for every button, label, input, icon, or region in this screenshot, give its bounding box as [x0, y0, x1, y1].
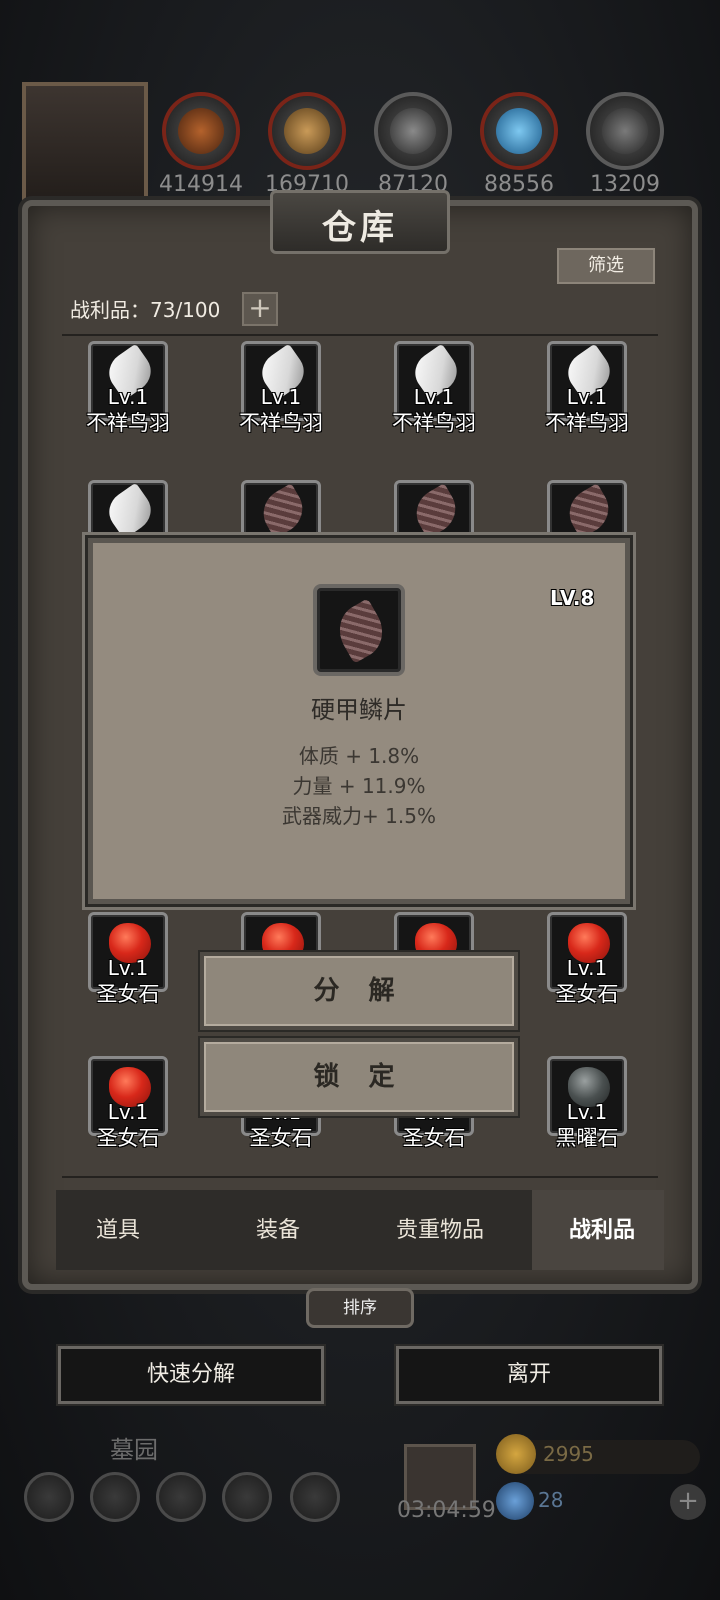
shop-icon[interactable] [290, 1472, 340, 1522]
inventory-item[interactable]: Lv.1 圣女石 [63, 912, 193, 1022]
divider [62, 334, 658, 336]
iron-resource-icon [374, 92, 452, 170]
item-name: 圣女石 [96, 1126, 160, 1150]
item-level: Lv.1 [566, 1100, 608, 1124]
player-avatar[interactable] [22, 82, 148, 208]
tab-valuables[interactable]: 贵重物品 [365, 1212, 515, 1244]
feather-icon [101, 483, 159, 540]
detail-item-slot [313, 584, 405, 676]
detail-item-level: LV.8 [550, 586, 595, 610]
item-level: Lv.1 [107, 1100, 149, 1124]
tab-items[interactable]: 道具 [43, 1212, 193, 1244]
inventory-item[interactable]: Lv.1 不祥鸟羽 [216, 341, 346, 451]
sort-button[interactable]: 排序 [306, 1288, 414, 1328]
item-name: 圣女石 [555, 982, 619, 1006]
item-name: 不祥鸟羽 [392, 411, 476, 435]
meat-count: 414914 [159, 172, 243, 197]
panel-title: 仓库 [322, 208, 398, 248]
lock-button[interactable]: 锁 定 [200, 1038, 518, 1116]
scale-icon [254, 483, 312, 539]
inventory-item[interactable]: Lv.1 黑曜石 [522, 1056, 652, 1166]
scale-icon [329, 598, 393, 664]
settings-icon[interactable] [24, 1472, 74, 1522]
item-level: Lv.1 [413, 385, 455, 409]
item-level: Lv.1 [566, 956, 608, 980]
gem-icon [496, 1482, 534, 1520]
gold-coin-icon [496, 1434, 536, 1474]
item-name: 黑曜石 [555, 1126, 619, 1150]
item-name: 圣女石 [249, 1126, 313, 1150]
item-name: 不祥鸟羽 [239, 411, 323, 435]
leave-button[interactable]: 离开 [396, 1346, 662, 1404]
inventory-item[interactable]: Lv.1 圣女石 [63, 1056, 193, 1166]
game-screen: 414914 169710 87120 88556 13209 仓库 筛选 战利… [0, 0, 720, 1600]
character-icon[interactable] [156, 1472, 206, 1522]
crystal-resource-icon [480, 92, 558, 170]
gold-amount: 2995 [543, 1442, 594, 1466]
scale-icon [560, 483, 618, 539]
item-name: 圣女石 [96, 982, 160, 1006]
detail-item-name: 硬甲鳞片 [311, 696, 407, 724]
crystal-count: 88556 [484, 172, 554, 197]
quick-decompose-button[interactable]: 快速分解 [58, 1346, 324, 1404]
detail-stat: 体质 + 1.8% [298, 744, 420, 768]
scale-icon [407, 483, 465, 539]
gem-amount: 28 [538, 1488, 564, 1512]
inventory-item[interactable]: Lv.1 圣女石 [522, 912, 652, 1022]
mail-icon[interactable] [222, 1472, 272, 1522]
achievement-icon[interactable] [90, 1472, 140, 1522]
item-level: Lv.1 [260, 385, 302, 409]
detail-stat: 武器威力+ 1.5% [282, 804, 436, 828]
wood-resource-icon [268, 92, 346, 170]
expand-capacity-button[interactable]: + [242, 292, 278, 326]
stone-resource-icon [586, 92, 664, 170]
decompose-button[interactable]: 分 解 [200, 952, 518, 1030]
filter-button[interactable]: 筛选 [557, 248, 655, 284]
inventory-item[interactable]: Lv.1 不祥鸟羽 [522, 341, 652, 451]
meat-resource-icon [162, 92, 240, 170]
item-level: Lv.1 [107, 956, 149, 980]
loot-count-label: 战利品：73/100 [70, 298, 221, 322]
detail-stat: 力量 + 11.9% [292, 774, 426, 798]
add-currency-button[interactable]: + [670, 1484, 706, 1520]
tab-equipment[interactable]: 装备 [203, 1212, 353, 1244]
inventory-item[interactable]: Lv.1 不祥鸟羽 [369, 341, 499, 451]
map-name: 墓园 [110, 1436, 158, 1464]
inventory-item[interactable]: Lv.1 不祥鸟羽 [63, 341, 193, 451]
item-name: 不祥鸟羽 [545, 411, 629, 435]
gift-timer: 03:04:59 [397, 1498, 496, 1523]
divider [62, 1176, 658, 1178]
tab-loot[interactable]: 战利品 [527, 1212, 677, 1244]
stone-count: 13209 [590, 172, 660, 197]
item-name: 不祥鸟羽 [86, 411, 170, 435]
item-name: 圣女石 [402, 1126, 466, 1150]
item-level: Lv.1 [566, 385, 608, 409]
item-level: Lv.1 [107, 385, 149, 409]
